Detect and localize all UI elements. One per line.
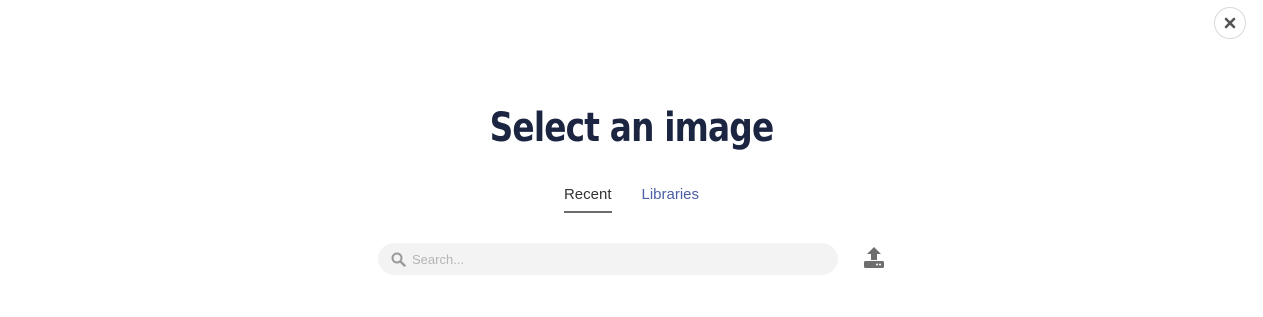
tab-recent[interactable]: Recent <box>563 184 612 213</box>
page-title: Select an image <box>489 105 775 151</box>
close-icon <box>1224 17 1236 29</box>
close-button[interactable] <box>1214 7 1246 39</box>
search-input[interactable] <box>412 244 812 274</box>
tab-bar: Recent Libraries <box>0 184 1263 213</box>
tab-libraries[interactable]: Libraries <box>642 184 700 213</box>
image-picker-dialog: Select an image Recent Libraries <box>0 0 1263 317</box>
search-icon <box>391 252 406 267</box>
upload-button[interactable] <box>860 245 888 273</box>
search-bar <box>378 243 838 275</box>
upload-icon <box>862 245 886 274</box>
